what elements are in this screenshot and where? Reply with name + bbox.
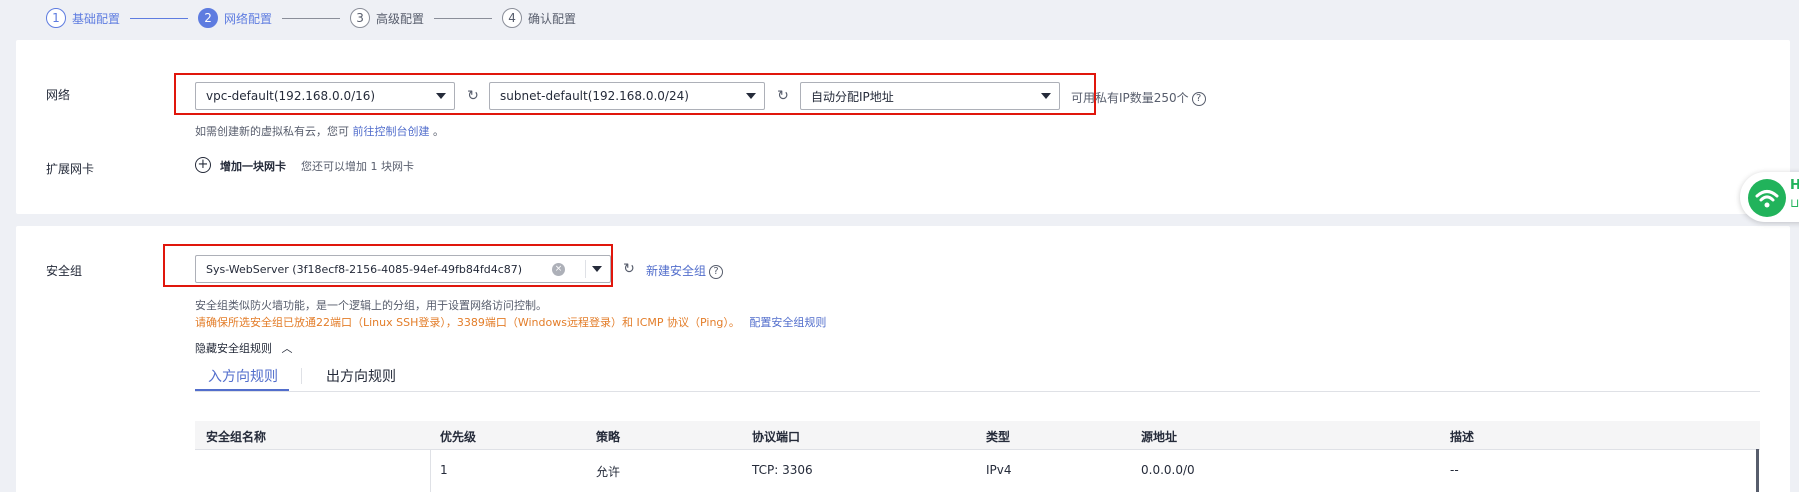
step-label: 基础配置 [72, 11, 121, 26]
warning-text: 请确保所选安全组已放通22端口（Linux SSH登录），3389端口（Wind… [195, 316, 740, 329]
cell-desc: -- [1450, 463, 1459, 477]
steps-bar: 1 基础配置 2 网络配置 3 高级配置 4 确认配置 [46, 8, 576, 28]
refresh-icon[interactable]: ↻ [776, 89, 790, 103]
col-priority: 优先级 [440, 430, 477, 444]
step-connector [282, 17, 341, 19]
network-card: 网络 vpc-default(192.168.0.0/16) ↻ subnet-… [16, 40, 1790, 214]
config-rules-link[interactable]: 配置安全组规则 [749, 316, 826, 329]
chevron-down-icon [1041, 93, 1051, 99]
rules-table-header: 安全组名称 优先级 策略 协议端口 类型 源地址 描述 [195, 421, 1760, 449]
col-type: 类型 [986, 430, 1011, 444]
refresh-icon[interactable]: ↻ [622, 262, 636, 276]
cell-type: IPv4 [986, 463, 1012, 477]
step-number: 4 [502, 8, 523, 28]
help-icon[interactable]: ? [709, 264, 724, 279]
step-advanced[interactable]: 3 高级配置 [350, 8, 424, 28]
cell-border [430, 449, 431, 492]
widget-text: ⊔ [1790, 196, 1799, 210]
vpc-hint-text: 如需创建新的虚拟私有云，您可 [195, 125, 349, 138]
available-ip-text: 可用私有IP数量250个? [1071, 89, 1206, 106]
cell-policy: 允许 [596, 465, 621, 479]
step-confirm[interactable]: 4 确认配置 [502, 8, 576, 28]
scrollbar[interactable] [1756, 449, 1759, 492]
cell-source: 0.0.0.0/0 [1141, 463, 1195, 477]
security-group-label: 安全组 [46, 264, 83, 278]
step-network[interactable]: 2 网络配置 [198, 8, 272, 28]
new-security-group: 新建安全组? [646, 262, 724, 279]
refresh-icon[interactable]: ↻ [466, 89, 480, 103]
security-card: 安全组 Sys-WebServer (3f18ecf8-2156-4085-94… [16, 226, 1790, 492]
wifi-icon [1748, 179, 1786, 217]
create-vpc-link[interactable]: 前往控制台创建 [353, 125, 430, 138]
security-desc: 安全组类似防火墙功能，是一个逻辑上的分组，用于设置网络访问控制。 [195, 299, 547, 312]
chevron-down-icon [436, 93, 446, 99]
vpc-hint-suffix: 。 [433, 125, 444, 138]
col-desc: 描述 [1450, 430, 1475, 444]
floating-assistant[interactable]: H ⊔ [1740, 172, 1799, 222]
network-label: 网络 [46, 88, 71, 102]
step-label: 确认配置 [528, 11, 577, 26]
step-number: 1 [46, 8, 66, 28]
vpc-value: vpc-default(192.168.0.0/16) [206, 89, 376, 103]
hide-rules-toggle[interactable]: 隐藏安全组规则 ︿ [195, 340, 293, 356]
chevron-down-icon [592, 266, 602, 272]
cell-protocol-port: TCP: 3306 [752, 463, 813, 477]
clear-icon[interactable]: × [552, 263, 565, 276]
chevron-up-icon: ︿ [281, 342, 293, 355]
ip-mode-value: 自动分配IP地址 [811, 89, 894, 104]
help-icon[interactable]: ? [1191, 91, 1206, 106]
step-basic[interactable]: 1 基础配置 [46, 8, 120, 28]
tab-inbound[interactable]: 入方向规则 [208, 366, 278, 386]
cell-priority: 1 [440, 463, 448, 477]
available-ip-count: 可用私有IP数量250个 [1071, 91, 1189, 105]
security-group-value: Sys-WebServer (3f18ecf8-2156-4085-94ef-4… [206, 262, 523, 276]
subnet-select[interactable]: subnet-default(192.168.0.0/24) [489, 82, 765, 110]
col-protocol-port: 协议端口 [752, 430, 801, 444]
vpc-select[interactable]: vpc-default(192.168.0.0/16) [195, 82, 455, 110]
step-label: 网络配置 [224, 11, 273, 26]
nic-label: 扩展网卡 [46, 162, 95, 176]
tab-baseline [195, 391, 1760, 392]
step-number: 2 [198, 8, 219, 28]
divider [585, 260, 586, 278]
ip-mode-select[interactable]: 自动分配IP地址 [800, 82, 1060, 110]
add-nic-button[interactable]: 增加一块网卡 [220, 158, 286, 174]
col-name: 安全组名称 [206, 430, 267, 444]
col-policy: 策略 [596, 430, 621, 444]
subnet-value: subnet-default(192.168.0.0/24) [500, 89, 689, 103]
vpc-hint: 如需创建新的虚拟私有云，您可 前往控制台创建 。 [195, 123, 444, 139]
security-group-select[interactable]: Sys-WebServer (3f18ecf8-2156-4085-94ef-4… [195, 255, 611, 283]
add-circle-icon[interactable]: + [195, 157, 211, 173]
step-number: 3 [350, 8, 371, 28]
col-source: 源地址 [1141, 430, 1178, 444]
hide-rules-label: 隐藏安全组规则 [195, 342, 272, 355]
security-warning: 请确保所选安全组已放通22端口（Linux SSH登录），3389端口（Wind… [195, 314, 826, 330]
tab-outbound[interactable]: 出方向规则 [326, 366, 396, 386]
widget-text: H [1790, 178, 1799, 193]
new-security-group-link[interactable]: 新建安全组 [646, 264, 706, 278]
add-nic-hint: 您还可以增加 1 块网卡 [301, 160, 414, 173]
step-label: 高级配置 [376, 11, 425, 26]
chevron-down-icon [746, 93, 756, 99]
step-connector [130, 17, 189, 19]
tab-divider [301, 368, 302, 384]
step-connector [434, 17, 493, 19]
